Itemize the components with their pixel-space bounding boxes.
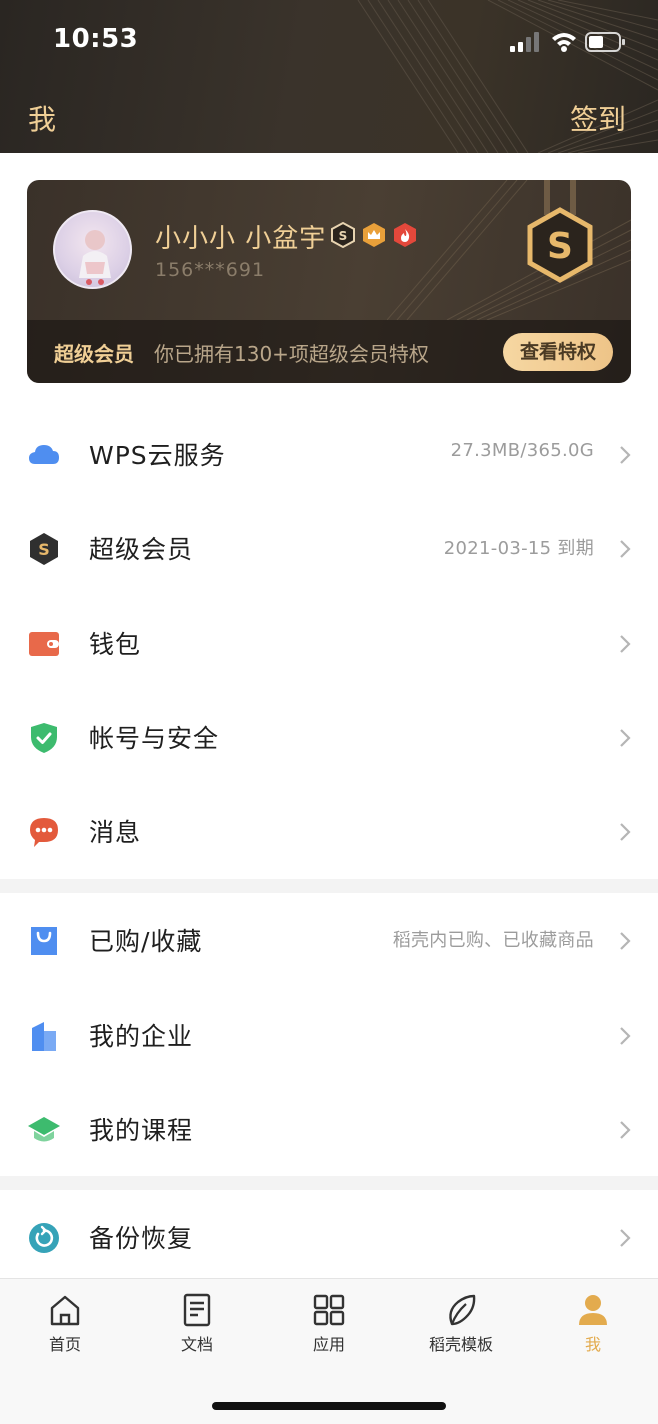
profile-icon: [579, 1295, 607, 1325]
message-icon: [30, 818, 58, 847]
menu-item-label: 我的企业: [89, 1022, 194, 1051]
menu-item-label: WPS云服务: [89, 441, 226, 470]
tab-apps[interactable]: 应用: [274, 1293, 384, 1363]
course-icon: [28, 1117, 60, 1142]
status-time: 10:53: [53, 24, 139, 54]
section-divider: [0, 1176, 658, 1190]
tab-label: 稻壳模板: [428, 1335, 493, 1354]
svg-text:S: S: [38, 540, 50, 559]
menu-item-value: 27.3MB/365.0G: [450, 440, 594, 461]
signin-button[interactable]: 签到: [570, 98, 626, 138]
status-icons: [510, 32, 625, 52]
menu-item-backup-restore[interactable]: 备份恢复: [0, 1190, 658, 1284]
tab-label: 应用: [312, 1335, 345, 1354]
chevron-right-icon: [620, 1121, 631, 1139]
cloud-icon: [29, 445, 59, 464]
menu-item-messages[interactable]: 消息: [0, 784, 658, 878]
crown-badge-icon: [363, 223, 385, 247]
tab-documents[interactable]: 文档: [142, 1293, 252, 1363]
wifi-icon: [552, 33, 576, 52]
super-vip-emblem-icon: S: [527, 180, 593, 283]
home-icon: [50, 1295, 80, 1326]
menu-item-value: 稻壳内已购、已收藏商品: [392, 930, 594, 951]
menu-item-cloud-service[interactable]: WPS云服务 27.3MB/365.0G: [0, 407, 658, 501]
chevron-right-icon: [620, 540, 631, 558]
fire-badge-icon: [394, 223, 416, 247]
signal-icon: [510, 32, 539, 52]
avatar[interactable]: [53, 210, 132, 289]
chevron-right-icon: [620, 1229, 631, 1247]
apps-icon: [313, 1294, 345, 1326]
tab-label: 首页: [48, 1335, 81, 1354]
tab-home[interactable]: 首页: [10, 1293, 120, 1363]
tab-me[interactable]: 我: [538, 1293, 648, 1363]
menu-item-wallet[interactable]: 钱包: [0, 596, 658, 690]
menu-item-purchased-favorites[interactable]: 已购/收藏 稻壳内已购、已收藏商品: [0, 893, 658, 987]
shield-icon: [31, 723, 57, 753]
menu-item-my-enterprise[interactable]: 我的企业: [0, 988, 658, 1082]
member-card[interactable]: S 小小小 小盆宇 S 156***691 超级会员 你已拥有130+项超级会员…: [27, 180, 631, 383]
badges: S: [331, 222, 416, 248]
chevron-right-icon: [620, 823, 631, 841]
username: 小小小 小盆宇: [155, 224, 327, 254]
enterprise-icon: [32, 1022, 56, 1051]
view-privileges-button[interactable]: 查看特权: [503, 333, 613, 371]
section-divider: [0, 879, 658, 893]
header: 10:53 我 签到: [0, 0, 658, 153]
menu-item-super-vip[interactable]: S 超级会员 2021-03-15 到期: [0, 501, 658, 595]
s-badge-icon: S: [331, 222, 355, 248]
avatar-image: [79, 230, 111, 285]
menu-item-label: 消息: [89, 818, 142, 847]
super-vip-icon: S: [30, 533, 58, 565]
menu-item-label: 我的课程: [89, 1116, 194, 1145]
menu-item-value: 2021-03-15 到期: [443, 538, 594, 559]
menu-item-label: 钱包: [89, 630, 142, 659]
document-icon: [183, 1293, 211, 1327]
svg-text:S: S: [547, 226, 573, 267]
menu-item-my-courses[interactable]: 我的课程: [0, 1082, 658, 1176]
template-icon: [449, 1294, 476, 1326]
chevron-right-icon: [620, 1027, 631, 1045]
tab-label: 文档: [180, 1335, 213, 1354]
shopping-bag-icon: [31, 927, 57, 955]
home-indicator[interactable]: [212, 1402, 446, 1410]
menu-item-label: 备份恢复: [89, 1224, 194, 1253]
page-title: 我: [28, 103, 57, 136]
menu-item-label: 帐号与安全: [89, 724, 220, 753]
vip-description: 你已拥有130+项超级会员特权: [154, 342, 429, 366]
svg-text:S: S: [339, 229, 348, 243]
backup-icon: [29, 1223, 59, 1253]
chevron-right-icon: [620, 446, 631, 464]
menu-item-label: 已购/收藏: [89, 927, 203, 956]
chevron-right-icon: [620, 729, 631, 747]
chevron-right-icon: [620, 932, 631, 950]
battery-icon: [585, 32, 625, 52]
tab-templates[interactable]: 稻壳模板: [406, 1293, 516, 1363]
vip-label: 超级会员: [54, 342, 134, 366]
wallet-icon: [29, 632, 59, 656]
menu-item-label: 超级会员: [89, 535, 194, 564]
phone-number: 156***691: [155, 259, 266, 281]
chevron-right-icon: [620, 635, 631, 653]
menu-item-account-security[interactable]: 帐号与安全: [0, 690, 658, 784]
tab-label: 我: [584, 1335, 601, 1354]
